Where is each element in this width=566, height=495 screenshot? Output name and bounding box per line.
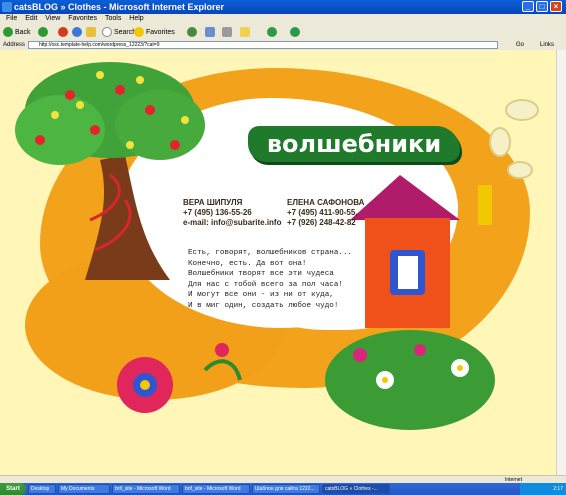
contact-name: ЕЛЕНА САФОНОВА (287, 198, 365, 207)
refresh-icon (72, 27, 82, 37)
clouds-image (489, 99, 539, 179)
back-arrow-icon (3, 27, 13, 37)
address-url: http://osc.template-help.com/wordpress_1… (39, 42, 160, 48)
taskbar: Start Desktop My Documents brif_site - M… (0, 483, 566, 495)
taskbar-item[interactable]: My Documents (58, 484, 110, 494)
address-input[interactable]: http://osc.template-help.com/wordpress_1… (28, 41, 498, 49)
browser-toolbar: Back Search Favorites (0, 24, 566, 41)
search-icon (102, 27, 112, 37)
folder-button[interactable] (240, 27, 250, 37)
window-titlebar[interactable]: catsBLOG » Clothes - Microsoft Internet … (0, 0, 566, 14)
poem-line: Есть, говорят, волшебников страна... (188, 249, 353, 257)
poem-line: Конечно, есть. Да вот она! (188, 259, 307, 268)
poem-line: И могут все они - из ни от куда, (188, 291, 334, 299)
start-button[interactable]: Start (0, 483, 26, 495)
print-icon (222, 27, 232, 37)
page-heading: волшебники (248, 126, 460, 162)
menu-view[interactable]: View (45, 14, 60, 24)
window-title: catsBLOG » Clothes - Microsoft Internet … (14, 2, 225, 12)
menu-bar: File Edit View Favorites Tools Help (0, 14, 566, 24)
back-label: Back (14, 28, 31, 36)
menu-edit[interactable]: Edit (25, 14, 37, 24)
forward-button[interactable] (38, 27, 48, 37)
clock[interactable]: 2:17 (553, 486, 563, 492)
messenger-button[interactable] (267, 27, 277, 37)
contact-email[interactable]: e-mail: info@subarite.info (183, 218, 281, 228)
contact-card-1: ВЕРА ШИПУЛЯ +7 (495) 136-55-26 e-mail: i… (183, 198, 281, 228)
back-button[interactable]: Back (3, 27, 31, 37)
history-button[interactable] (187, 27, 197, 37)
stop-icon (58, 27, 68, 37)
taskbar-item[interactable]: brif_site - Microsoft Word (112, 484, 180, 494)
mail-button[interactable] (205, 27, 215, 37)
contact-card-2: ЕЛЕНА САФОНОВА +7 (495) 411-90-55, +7 (9… (287, 198, 364, 228)
messenger-icon (290, 27, 300, 37)
history-icon (187, 27, 197, 37)
menu-file[interactable]: File (6, 14, 17, 24)
messenger2-button[interactable] (290, 27, 300, 37)
home-icon (86, 27, 96, 37)
folder-icon (240, 27, 250, 37)
address-bar: Address http://osc.template-help.com/wor… (0, 40, 566, 50)
forward-arrow-icon (38, 27, 48, 37)
favorites-label: Favorites (145, 28, 175, 36)
search-button[interactable]: Search (102, 27, 136, 37)
contact-phone: +7 (495) 136-55-26 (183, 208, 252, 217)
taskbar-item[interactable]: brif_site - Microsoft Word (182, 484, 250, 494)
print-button[interactable] (222, 27, 232, 37)
contact-name: ВЕРА ШИПУЛЯ (183, 198, 243, 207)
mail-icon (205, 27, 215, 37)
poem: Есть, говорят, волшебников страна... Кон… (188, 248, 352, 311)
taskbar-item[interactable]: Desktop (28, 484, 56, 494)
favorites-button[interactable]: Favorites (134, 27, 175, 37)
taskbar-item[interactable]: Шаблон для сайта 1222... (252, 484, 320, 494)
poem-line: Для нас с тобой всего за пол часа! (188, 280, 343, 289)
taskbar-item-active[interactable]: catsBLOG » Clothes -... (322, 484, 390, 494)
address-label: Address (3, 42, 26, 48)
home-button[interactable] (86, 27, 96, 37)
vertical-scrollbar[interactable] (556, 50, 566, 475)
system-tray: 2:17 (520, 483, 566, 495)
poem-line: Волшебники творят все эти чудеса (188, 270, 334, 278)
contact-phone: +7 (495) 411-90-55, (287, 208, 358, 217)
flower-image (117, 343, 242, 413)
links-button[interactable]: Links (540, 40, 554, 50)
menu-favorites[interactable]: Favorites (68, 14, 97, 24)
star-icon (134, 27, 144, 37)
poem-line: И в миг один, создать любое чудо! (188, 301, 339, 310)
menu-help[interactable]: Help (129, 14, 143, 24)
search-label: Search (113, 28, 137, 36)
web-page: волшебники ВЕРА ШИПУЛЯ +7 (495) 136-55-2… (0, 50, 556, 475)
tree-image (15, 62, 205, 280)
maximize-button[interactable]: □ (536, 1, 548, 12)
messenger-icon (267, 27, 277, 37)
refresh-button[interactable] (72, 27, 82, 37)
close-button[interactable]: × (550, 1, 562, 12)
menu-tools[interactable]: Tools (105, 14, 121, 24)
stop-button[interactable] (58, 27, 68, 37)
minimize-button[interactable]: _ (522, 1, 534, 12)
ie-icon (2, 2, 12, 12)
contact-phone: +7 (926) 248-42-82 (287, 218, 356, 227)
go-button[interactable]: Go (516, 40, 524, 50)
